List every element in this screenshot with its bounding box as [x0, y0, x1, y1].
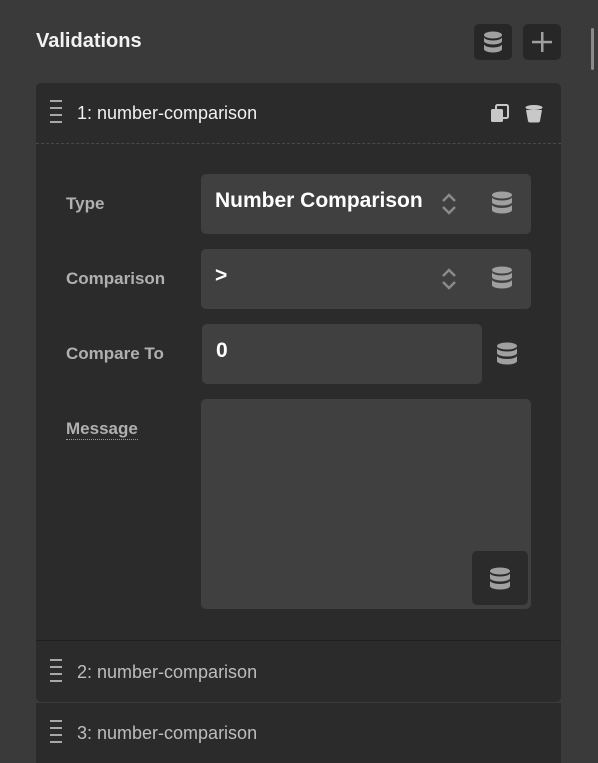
validation-title: 2: number-comparison: [77, 662, 258, 682]
message-label-wrap: Message: [66, 419, 138, 440]
validation-title: 3: number-comparison: [77, 723, 258, 743]
compare-to-value: 0: [216, 339, 228, 362]
validations-header: Validations: [36, 24, 562, 60]
drag-handle-icon[interactable]: [50, 659, 62, 687]
comparison-value: >: [215, 264, 228, 287]
trash-icon[interactable]: [524, 104, 544, 124]
type-value: Number Comparison: [215, 189, 423, 212]
type-select[interactable]: Number Comparison: [201, 174, 531, 234]
select-arrows-icon: [442, 193, 456, 215]
database-icon[interactable]: [491, 266, 513, 290]
dynamic-data-button[interactable]: [474, 24, 512, 60]
database-icon[interactable]: [496, 342, 518, 366]
message-label: Message: [66, 419, 138, 440]
add-validation-button[interactable]: [523, 24, 561, 60]
database-icon[interactable]: [491, 191, 513, 215]
validation-card-1-header[interactable]: 1: number-comparison: [36, 83, 561, 144]
database-icon: [490, 567, 510, 590]
drag-handle-icon[interactable]: [50, 720, 62, 748]
section-title: Validations: [36, 30, 142, 52]
scrollbar[interactable]: [591, 28, 594, 70]
comparison-select[interactable]: >: [201, 249, 531, 309]
compare-to-input[interactable]: 0: [202, 324, 482, 384]
validation-title: 1: number-comparison: [77, 103, 258, 123]
validation-card-1: 1: number-comparison Type Number Compari…: [36, 83, 561, 640]
select-arrows-icon: [442, 268, 456, 290]
validation-card-2[interactable]: 2: number-comparison: [36, 640, 561, 702]
message-dynamic-button[interactable]: [472, 551, 528, 605]
duplicate-icon[interactable]: [490, 104, 510, 124]
type-label: Type: [66, 194, 105, 213]
plus-icon: [532, 32, 552, 52]
message-textarea[interactable]: [201, 399, 531, 609]
drag-handle-icon[interactable]: [50, 100, 62, 128]
comparison-label: Comparison: [66, 269, 166, 288]
compare-to-label: Compare To: [66, 344, 164, 363]
database-icon: [484, 31, 502, 53]
validation-card-3[interactable]: 3: number-comparison: [36, 703, 561, 763]
